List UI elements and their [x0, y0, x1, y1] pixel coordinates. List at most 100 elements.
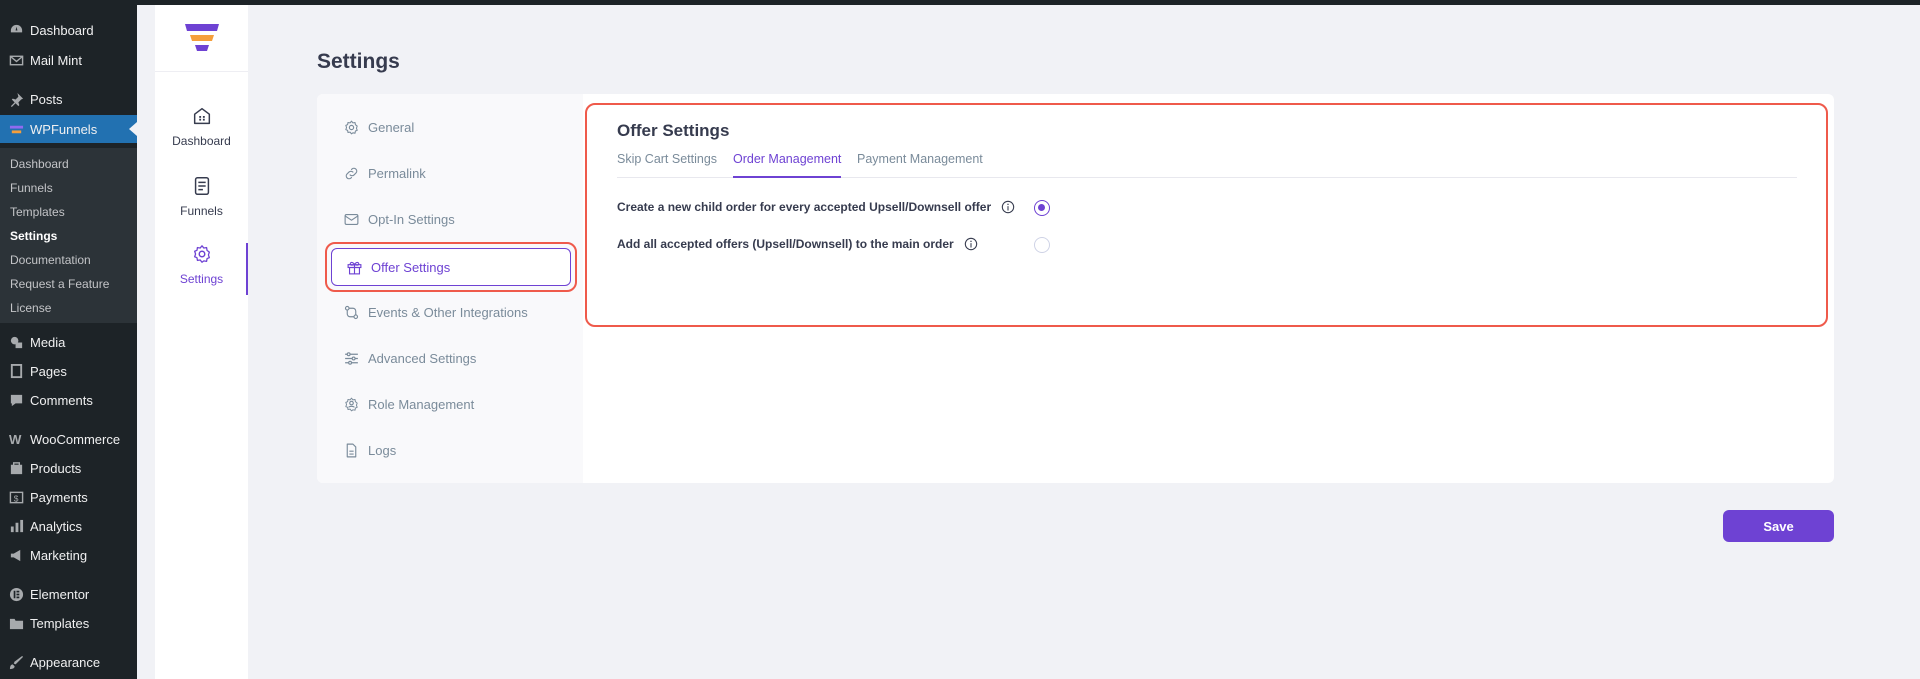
tab-skip-cart-settings[interactable]: Skip Cart Settings [617, 152, 717, 178]
tab-order-management[interactable]: Order Management [733, 152, 842, 178]
settings-nav-logs[interactable]: Logs [343, 438, 396, 462]
gift-icon [347, 261, 362, 274]
wp-menu-label: Elementor [30, 586, 90, 602]
option-main-order-radio[interactable] [1034, 237, 1050, 253]
option-label: Add all accepted offers (Upsell/Downsell… [617, 237, 954, 251]
submenu-license[interactable]: License [10, 301, 51, 315]
settings-nav-label: Role Management [368, 396, 475, 412]
settings-nav: General Permalink Opt-In Settings Offer … [317, 94, 583, 483]
settings-nav-opt-in[interactable]: Opt-In Settings [343, 207, 455, 231]
submenu-documentation[interactable]: Documentation [10, 253, 91, 267]
wp-menu-analytics[interactable]: Analytics [0, 513, 137, 539]
comments-icon [8, 392, 24, 408]
wp-menu-templates[interactable]: Templates [0, 610, 137, 636]
wp-menu-label: Media [30, 334, 66, 350]
submenu-dashboard[interactable]: Dashboard [10, 157, 69, 171]
settings-card: General Permalink Opt-In Settings Offer … [317, 94, 1834, 483]
wpfunnels-submenu: Dashboard Funnels Templates Settings Doc… [0, 148, 137, 323]
wp-menu-products[interactable]: Products [0, 455, 137, 481]
admin-top-bar [0, 0, 1920, 5]
media-icon [8, 334, 24, 350]
wp-menu-label: Products [30, 460, 82, 476]
wp-menu-label: WooCommerce [30, 431, 121, 447]
settings-nav-label: Advanced Settings [368, 350, 477, 366]
wp-menu-label: WPFunnels [30, 121, 98, 137]
products-icon [8, 460, 24, 476]
active-indicator [246, 243, 248, 295]
wp-menu-posts[interactable]: Posts [0, 86, 137, 112]
plugin-nav-rail: Dashboard Funnels Settings [155, 5, 248, 679]
option-label: Create a new child order for every accep… [617, 200, 992, 214]
wp-admin-sidebar: Dashboard Mail Mint Posts WPFunnels Dash… [0, 5, 137, 679]
rail-settings[interactable]: Settings [155, 243, 248, 288]
settings-nav-events-integrations[interactable]: Events & Other Integrations [343, 300, 528, 324]
wp-menu-wpfunnels[interactable]: WPFunnels [0, 115, 137, 143]
wp-menu-mail-mint[interactable]: Mail Mint [0, 47, 137, 73]
submenu-templates[interactable]: Templates [10, 205, 65, 219]
wp-menu-marketing[interactable]: Marketing [0, 542, 137, 568]
appearance-icon [8, 654, 24, 670]
rail-dashboard[interactable]: Dashboard [155, 105, 248, 150]
wp-menu-pages[interactable]: Pages [0, 358, 137, 384]
wp-menu-dashboard[interactable]: Dashboard [0, 17, 137, 43]
settings-nav-role-management[interactable]: Role Management [343, 392, 474, 416]
rail-label: Funnels [180, 204, 223, 218]
wp-menu-label: Comments [30, 392, 93, 408]
save-button[interactable]: Save [1723, 510, 1834, 542]
page-title: Settings [317, 50, 400, 73]
settings-nav-advanced[interactable]: Advanced Settings [343, 346, 476, 370]
submenu-settings[interactable]: Settings [10, 229, 57, 243]
settings-nav-permalink[interactable]: Permalink [343, 161, 426, 185]
settings-nav-label: General [368, 119, 415, 135]
rail-label: Settings [179, 272, 224, 286]
rail-label: Dashboard [172, 134, 231, 148]
wp-menu-label: Marketing [30, 547, 88, 563]
submenu-funnels[interactable]: Funnels [10, 181, 53, 195]
integrations-icon [344, 305, 359, 319]
wp-menu-payments[interactable]: $ Payments [0, 484, 137, 510]
sliders-icon [345, 351, 358, 365]
svg-text:W: W [9, 432, 22, 447]
wp-menu-label: Pages [30, 363, 67, 379]
option-child-order: Create a new child order for every accep… [617, 200, 1015, 214]
settings-nav-label: Offer Settings [371, 259, 451, 275]
mail-icon [344, 213, 359, 225]
dashboard-icon [8, 22, 24, 38]
wp-menu-elementor[interactable]: Elementor [0, 581, 137, 607]
rail-funnels[interactable]: Funnels [155, 175, 248, 220]
wp-menu-comments[interactable]: Comments [0, 387, 137, 413]
wpfunnels-logo [155, 5, 248, 72]
tab-payment-management[interactable]: Payment Management [857, 152, 983, 178]
offer-settings-title: Offer Settings [617, 121, 730, 140]
gear-icon [193, 245, 210, 263]
submenu-request-feature[interactable]: Request a Feature [10, 277, 109, 291]
offer-tabs: Skip Cart Settings Order Management Paym… [617, 152, 1797, 178]
wpfunnels-icon [8, 121, 24, 137]
link-icon [345, 167, 358, 179]
settings-nav-general[interactable]: General [343, 115, 414, 139]
info-icon[interactable] [964, 237, 978, 251]
settings-nav-offer-settings[interactable]: Offer Settings [331, 248, 571, 286]
option-child-order-radio[interactable] [1034, 200, 1050, 216]
funnels-icon [194, 177, 209, 195]
settings-nav-label: Logs [368, 442, 397, 458]
wp-menu-label: Mail Mint [30, 52, 83, 68]
option-main-order: Add all accepted offers (Upsell/Downsell… [617, 237, 978, 251]
wp-menu-appearance[interactable]: Appearance [0, 649, 137, 675]
dashboard-icon [193, 107, 210, 125]
templates-icon [8, 615, 24, 631]
wp-menu-media[interactable]: Media [0, 329, 137, 355]
info-icon[interactable] [1001, 200, 1015, 214]
gear-icon [345, 120, 358, 134]
settings-nav-label: Events & Other Integrations [368, 304, 528, 320]
wp-menu-woocommerce[interactable]: W WooCommerce [0, 426, 137, 452]
elementor-icon [8, 586, 24, 602]
mail-icon [8, 52, 24, 68]
svg-text:$: $ [13, 493, 18, 503]
pin-icon [8, 91, 24, 107]
marketing-icon [8, 547, 24, 563]
wp-menu-label: Payments [30, 489, 88, 505]
wp-menu-label: Analytics [30, 518, 83, 534]
woocommerce-icon: W [8, 431, 24, 447]
role-gear-icon [345, 397, 358, 411]
